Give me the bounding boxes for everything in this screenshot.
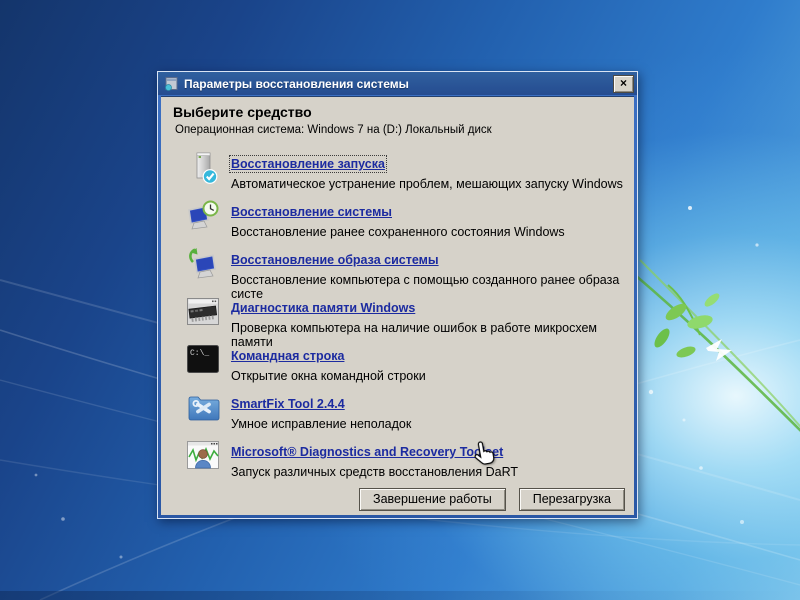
- list-item: Восстановление запуска Автоматическое ус…: [161, 150, 634, 198]
- link-system-image-recovery[interactable]: Восстановление образа системы: [231, 253, 439, 267]
- link-memory-diagnostic[interactable]: Диагностика памяти Windows: [231, 301, 415, 315]
- list-item: Восстановление образа системы Восстановл…: [161, 246, 634, 294]
- link-command-prompt[interactable]: Командная строка: [231, 349, 344, 363]
- list-item: Диагностика памяти Windows Проверка комп…: [161, 294, 634, 342]
- list-item: C:\_ Командная строка Открытие окна кома…: [161, 342, 634, 390]
- dialog-footer-buttons: Завершение работы Перезагрузка: [359, 488, 625, 511]
- drive-check-icon: [186, 150, 220, 186]
- shutdown-button[interactable]: Завершение работы: [359, 488, 506, 511]
- memory-chip-icon: [186, 294, 220, 330]
- close-button[interactable]: ×: [613, 75, 634, 93]
- window-titlebar[interactable]: Параметры восстановления системы ×: [158, 72, 637, 95]
- link-startup-repair[interactable]: Восстановление запуска: [231, 157, 385, 171]
- list-item: Восстановление системы Восстановление ра…: [161, 198, 634, 246]
- item-description: Открытие окна командной строки: [231, 369, 426, 383]
- toolbox-folder-icon: [186, 390, 220, 426]
- item-description: Запуск различных средств восстановления …: [231, 465, 518, 479]
- dart-monitor-icon: [186, 438, 220, 474]
- window-title-icon: [164, 76, 179, 91]
- link-system-restore[interactable]: Восстановление системы: [231, 205, 392, 219]
- dialog-body: Выберите средство Операционная система: …: [161, 96, 634, 515]
- item-description: Умное исправление неполадок: [231, 417, 411, 431]
- cmd-prompt-text: C:\_: [190, 349, 209, 358]
- monitor-clock-icon: [186, 198, 220, 234]
- os-info-line: Операционная система: Windows 7 на (D:) …: [175, 124, 634, 136]
- monitor-restore-icon: [186, 246, 220, 282]
- window-title: Параметры восстановления системы: [184, 77, 608, 91]
- item-description: Восстановление ранее сохраненного состоя…: [231, 225, 565, 239]
- link-smartfix-tool[interactable]: SmartFix Tool 2.4.4: [231, 397, 345, 411]
- close-icon: ×: [620, 76, 627, 90]
- page-title: Выберите средство: [173, 104, 634, 120]
- system-recovery-options-window: Параметры восстановления системы × Выбер…: [157, 71, 638, 519]
- link-dart-toolset[interactable]: Microsoft® Diagnostics and Recovery Tool…: [231, 445, 503, 459]
- list-item: Microsoft® Diagnostics and Recovery Tool…: [161, 438, 634, 486]
- command-prompt-icon: C:\_: [186, 342, 220, 378]
- restart-button[interactable]: Перезагрузка: [519, 488, 625, 511]
- list-item: SmartFix Tool 2.4.4 Умное исправление не…: [161, 390, 634, 438]
- recovery-tools-list: Восстановление запуска Автоматическое ус…: [161, 150, 634, 486]
- item-description: Автоматическое устранение проблем, мешаю…: [231, 177, 623, 191]
